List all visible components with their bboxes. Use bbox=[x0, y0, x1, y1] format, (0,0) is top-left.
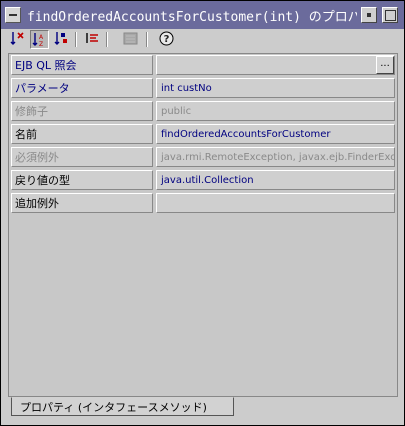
tab-bar: プロパティ (インタフェースメソッド) bbox=[1, 395, 404, 425]
property-name: 必須例外 bbox=[11, 147, 153, 167]
window-title: findOrderedAccountsForCustomer(int) のプロパ… bbox=[27, 10, 357, 25]
toolbar-separator bbox=[75, 32, 77, 47]
property-value: public bbox=[156, 101, 395, 121]
help-button[interactable]: ? bbox=[157, 30, 176, 49]
minimize-button[interactable] bbox=[361, 7, 377, 23]
svg-text:Z: Z bbox=[39, 41, 43, 48]
help-icon: ? bbox=[163, 34, 170, 45]
property-row-parameters[interactable]: パラメータ int custNo bbox=[9, 77, 397, 100]
property-row-return-type[interactable]: 戻り値の型 java.util.Collection bbox=[9, 169, 397, 192]
property-row-required-exceptions[interactable]: 必須例外 java.rmi.RemoteException, javax.ejb… bbox=[9, 146, 397, 169]
property-name: 追加例外 bbox=[11, 193, 153, 213]
title-bar[interactable]: findOrderedAccountsForCustomer(int) のプロパ… bbox=[1, 1, 404, 29]
property-value[interactable]: int custNo bbox=[156, 78, 395, 98]
property-name: 戻り値の型 bbox=[11, 170, 153, 190]
svg-text:A: A bbox=[39, 34, 44, 41]
property-value[interactable] bbox=[156, 193, 395, 213]
ellipsis-button[interactable]: ... bbox=[376, 56, 394, 74]
property-value-field[interactable]: ... bbox=[156, 55, 395, 75]
sort-by-name-icon[interactable]: AZ bbox=[30, 30, 49, 49]
property-value[interactable]: findOrderedAccountsForCustomer bbox=[156, 124, 395, 144]
toolbar: AZ ? bbox=[6, 29, 401, 51]
window-menu-icon[interactable] bbox=[5, 7, 21, 23]
property-name: 名前 bbox=[11, 124, 153, 144]
property-row-ejb-ql[interactable]: EJB QL 照会 ... bbox=[9, 54, 397, 77]
show-descriptions-icon[interactable] bbox=[83, 30, 102, 49]
property-row-modifiers[interactable]: 修飾子 public bbox=[9, 100, 397, 123]
properties-window: findOrderedAccountsForCustomer(int) のプロパ… bbox=[0, 0, 405, 426]
property-value[interactable]: java.util.Collection bbox=[156, 170, 395, 190]
customize-icon[interactable] bbox=[121, 30, 140, 49]
toolbar-separator bbox=[106, 32, 108, 47]
property-name: 修飾子 bbox=[11, 101, 153, 121]
property-row-name[interactable]: 名前 findOrderedAccountsForCustomer bbox=[9, 123, 397, 146]
property-sheet: EJB QL 照会 ... パラメータ int custNo 修飾子 publi… bbox=[8, 53, 398, 397]
sort-unsorted-icon[interactable] bbox=[8, 30, 27, 49]
property-row-additional-exceptions[interactable]: 追加例外 bbox=[9, 192, 397, 215]
tab-interface-method-properties[interactable]: プロパティ (インタフェースメソッド) bbox=[11, 397, 234, 416]
sort-by-type-icon[interactable] bbox=[52, 30, 71, 49]
toolbar-separator bbox=[146, 32, 148, 47]
property-name: パラメータ bbox=[11, 78, 153, 98]
property-name: EJB QL 照会 bbox=[11, 55, 153, 75]
maximize-button[interactable] bbox=[382, 7, 398, 23]
property-value: java.rmi.RemoteException, javax.ejb.Find… bbox=[156, 147, 395, 167]
